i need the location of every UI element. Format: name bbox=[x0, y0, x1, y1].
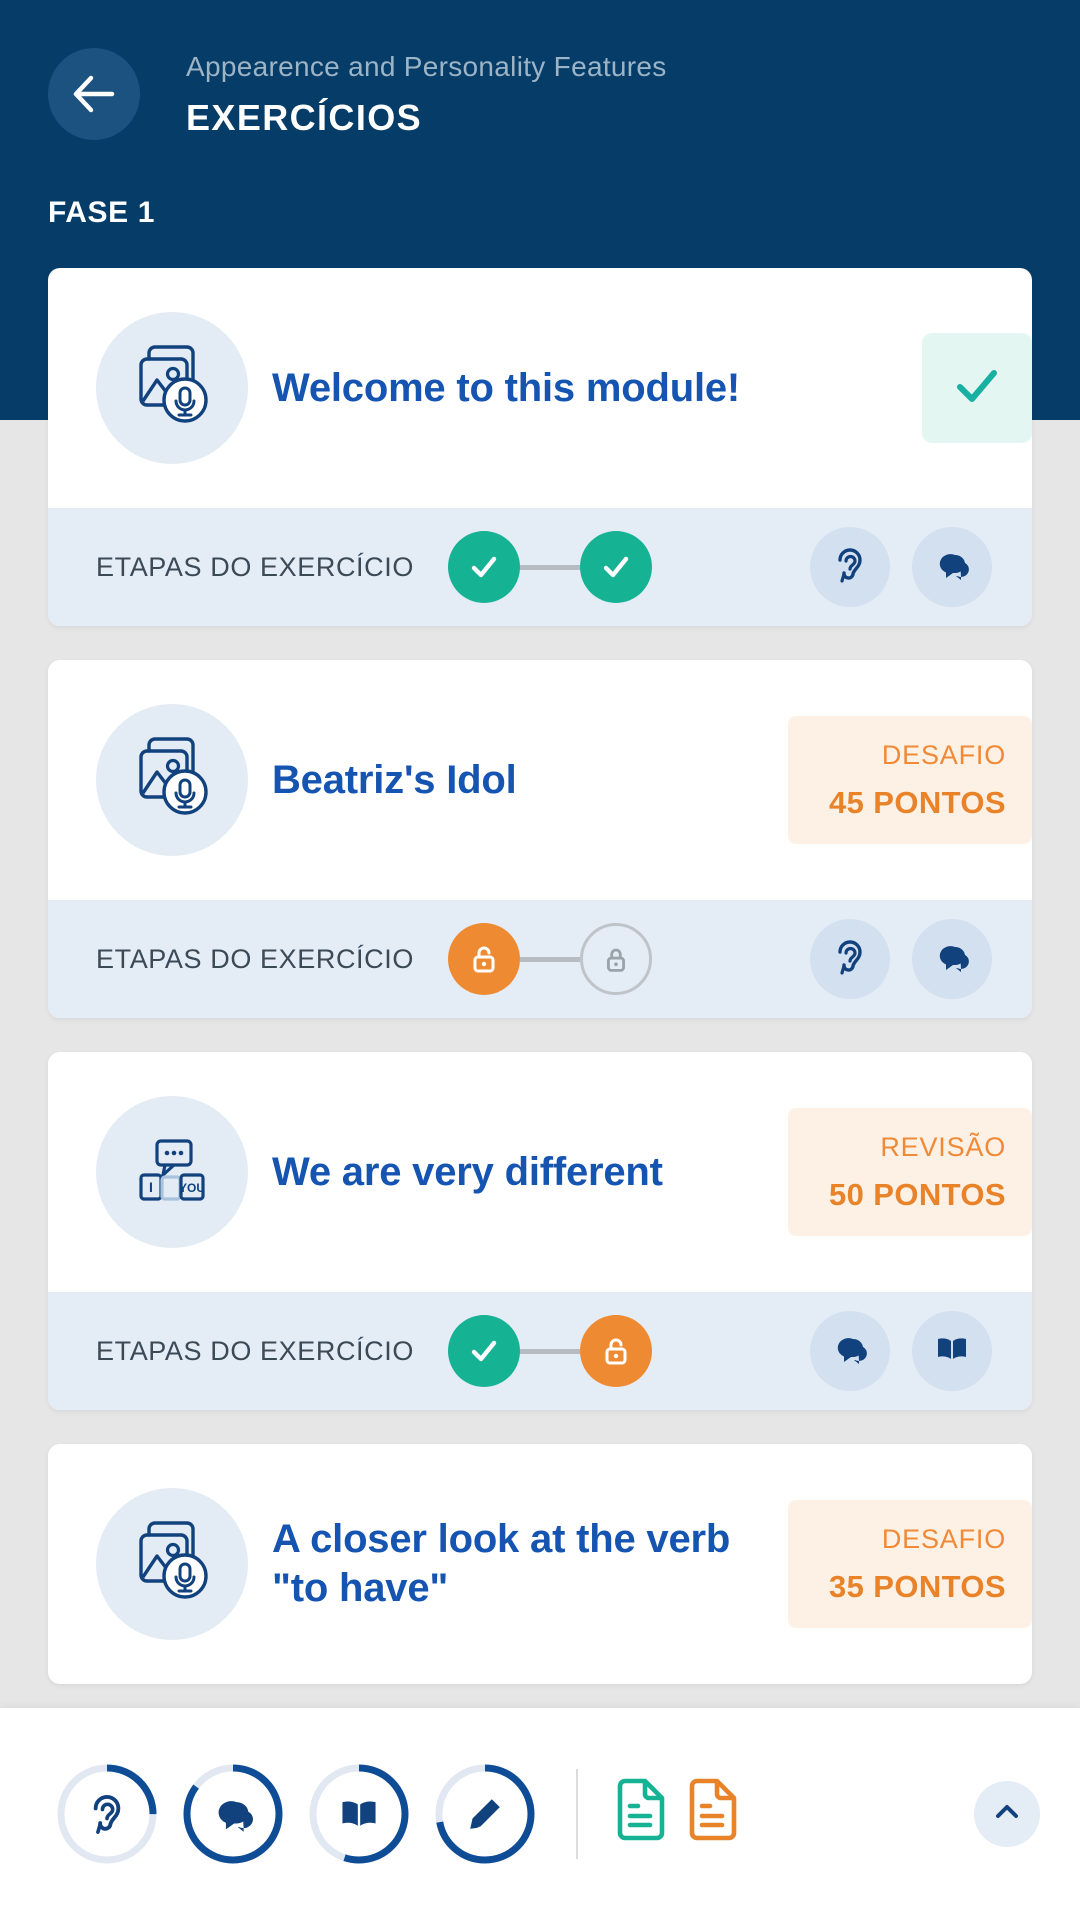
exercise-steps-row: ETAPAS DO EXERCÍCIO bbox=[48, 900, 1032, 1018]
badge-kind: DESAFIO bbox=[881, 740, 1006, 771]
exercise-card-main[interactable]: Beatriz's Idol DESAFIO 45 PONTOS bbox=[48, 660, 1032, 900]
chevron-up-icon bbox=[991, 1796, 1023, 1833]
steps-label: ETAPAS DO EXERCÍCIO bbox=[96, 551, 414, 582]
step-indicator-locked[interactable] bbox=[579, 923, 652, 995]
ear-icon bbox=[82, 1789, 132, 1839]
exercise-title: Beatriz's Idol bbox=[272, 757, 517, 802]
skill-ring-speaking[interactable] bbox=[182, 1763, 284, 1865]
points-badge: REVISÃO 50 PONTOS bbox=[788, 1108, 1032, 1236]
toolbar-divider bbox=[576, 1769, 578, 1859]
skill-ring-reading[interactable] bbox=[308, 1763, 410, 1865]
step-indicator-done[interactable] bbox=[447, 1315, 520, 1387]
document-button-orange[interactable] bbox=[682, 1778, 744, 1851]
exercise-thumbnail bbox=[96, 704, 248, 856]
points-badge: DESAFIO 45 PONTOS bbox=[788, 716, 1032, 844]
ear-icon bbox=[828, 935, 872, 984]
exercise-thumbnail bbox=[96, 1488, 248, 1640]
svg-text:I: I bbox=[149, 1179, 153, 1195]
skill-button-listening[interactable] bbox=[810, 527, 890, 607]
back-button[interactable] bbox=[48, 48, 140, 140]
document-icon bbox=[682, 1778, 744, 1851]
steps-label: ETAPAS DO EXERCÍCIO bbox=[96, 1335, 414, 1366]
bottom-toolbar bbox=[0, 1708, 1080, 1920]
exercise-title: Welcome to this module! bbox=[272, 365, 741, 410]
skill-ring-listening[interactable] bbox=[56, 1763, 158, 1865]
exercise-thumbnail bbox=[96, 312, 248, 464]
exercise-title: We are very different bbox=[272, 1149, 663, 1194]
skill-button-speaking[interactable] bbox=[912, 919, 992, 999]
step-indicator-done[interactable] bbox=[447, 531, 520, 603]
badge-points: 45 PONTOS bbox=[828, 784, 1006, 820]
document-icon bbox=[610, 1778, 672, 1851]
exercise-card[interactable]: I YOU We are very different REVISÃO 50 P… bbox=[48, 1052, 1032, 1410]
step-connector bbox=[519, 1348, 580, 1354]
exercise-card[interactable]: A closer look at the verb "to have" DESA… bbox=[48, 1444, 1032, 1684]
dialogue-cards-icon: I YOU bbox=[129, 1127, 215, 1218]
exercise-skill-icons bbox=[810, 919, 992, 999]
collapse-toolbar-button[interactable] bbox=[974, 1781, 1040, 1847]
exercise-thumbnail: I YOU bbox=[96, 1096, 248, 1248]
skill-button-speaking[interactable] bbox=[912, 527, 992, 607]
image-audio-icon bbox=[129, 1519, 215, 1610]
exercise-card-main[interactable]: I YOU We are very different REVISÃO 50 P… bbox=[48, 1052, 1032, 1292]
skill-progress-group bbox=[56, 1763, 536, 1865]
completed-badge bbox=[922, 333, 1032, 443]
speech-bubble-icon bbox=[207, 1788, 259, 1840]
image-audio-icon bbox=[129, 735, 215, 826]
document-button-green[interactable] bbox=[610, 1778, 672, 1851]
step-indicator-unlocked[interactable] bbox=[579, 1315, 652, 1387]
arrow-left-icon bbox=[71, 74, 117, 114]
skill-button-reading[interactable] bbox=[912, 1311, 992, 1391]
header-top-row: Appearence and Personality Features EXER… bbox=[0, 0, 1080, 140]
badge-kind: REVISÃO bbox=[880, 1132, 1006, 1163]
steps-label: ETAPAS DO EXERCÍCIO bbox=[96, 943, 414, 974]
speech-bubble-icon bbox=[828, 1327, 872, 1376]
page-title: EXERCÍCIOS bbox=[186, 96, 423, 138]
header-titles: Appearence and Personality Features EXER… bbox=[186, 49, 667, 139]
exercise-list: Welcome to this module! ETAPAS DO EXERCÍ… bbox=[0, 268, 1080, 1700]
exercises-screen: Appearence and Personality Features EXER… bbox=[0, 0, 1080, 1920]
exercise-steps-row: ETAPAS DO EXERCÍCIO bbox=[48, 1292, 1032, 1410]
skill-button-listening[interactable] bbox=[810, 919, 890, 999]
steps-progress bbox=[447, 1315, 652, 1387]
step-indicator-unlocked[interactable] bbox=[447, 923, 520, 995]
svg-text:YOU: YOU bbox=[179, 1181, 205, 1195]
image-audio-icon bbox=[129, 343, 215, 434]
document-group bbox=[610, 1778, 744, 1851]
points-badge: DESAFIO 35 PONTOS bbox=[788, 1500, 1032, 1628]
exercise-card[interactable]: Beatriz's Idol DESAFIO 45 PONTOS ETAPAS … bbox=[48, 660, 1032, 1018]
steps-progress bbox=[447, 531, 652, 603]
badge-kind: DESAFIO bbox=[881, 1524, 1006, 1555]
exercise-skill-icons bbox=[810, 527, 992, 607]
exercise-skill-icons bbox=[810, 1311, 992, 1391]
step-indicator-done[interactable] bbox=[579, 531, 652, 603]
exercise-card[interactable]: Welcome to this module! ETAPAS DO EXERCÍ… bbox=[48, 268, 1032, 626]
skill-button-speaking[interactable] bbox=[810, 1311, 890, 1391]
exercise-card-main[interactable]: Welcome to this module! bbox=[48, 268, 1032, 508]
phase-label: FASE 1 bbox=[48, 196, 155, 229]
step-connector bbox=[519, 956, 580, 962]
exercise-steps-row: ETAPAS DO EXERCÍCIO bbox=[48, 508, 1032, 626]
header-subtitle: Appearence and Personality Features bbox=[186, 51, 667, 83]
skill-ring-writing[interactable] bbox=[434, 1763, 536, 1865]
speech-bubble-icon bbox=[930, 935, 974, 984]
badge-points: 50 PONTOS bbox=[828, 1176, 1006, 1212]
ear-icon bbox=[828, 543, 872, 592]
book-icon bbox=[333, 1788, 385, 1840]
steps-progress bbox=[447, 923, 652, 995]
book-icon bbox=[930, 1327, 974, 1376]
exercise-card-main[interactable]: A closer look at the verb "to have" DESA… bbox=[48, 1444, 1032, 1684]
step-connector bbox=[519, 564, 580, 570]
pencil-icon bbox=[460, 1789, 510, 1839]
badge-points: 35 PONTOS bbox=[828, 1568, 1006, 1604]
speech-bubble-icon bbox=[930, 543, 974, 592]
exercise-title: A closer look at the verb "to have" bbox=[272, 1517, 731, 1610]
check-icon bbox=[950, 359, 1004, 418]
